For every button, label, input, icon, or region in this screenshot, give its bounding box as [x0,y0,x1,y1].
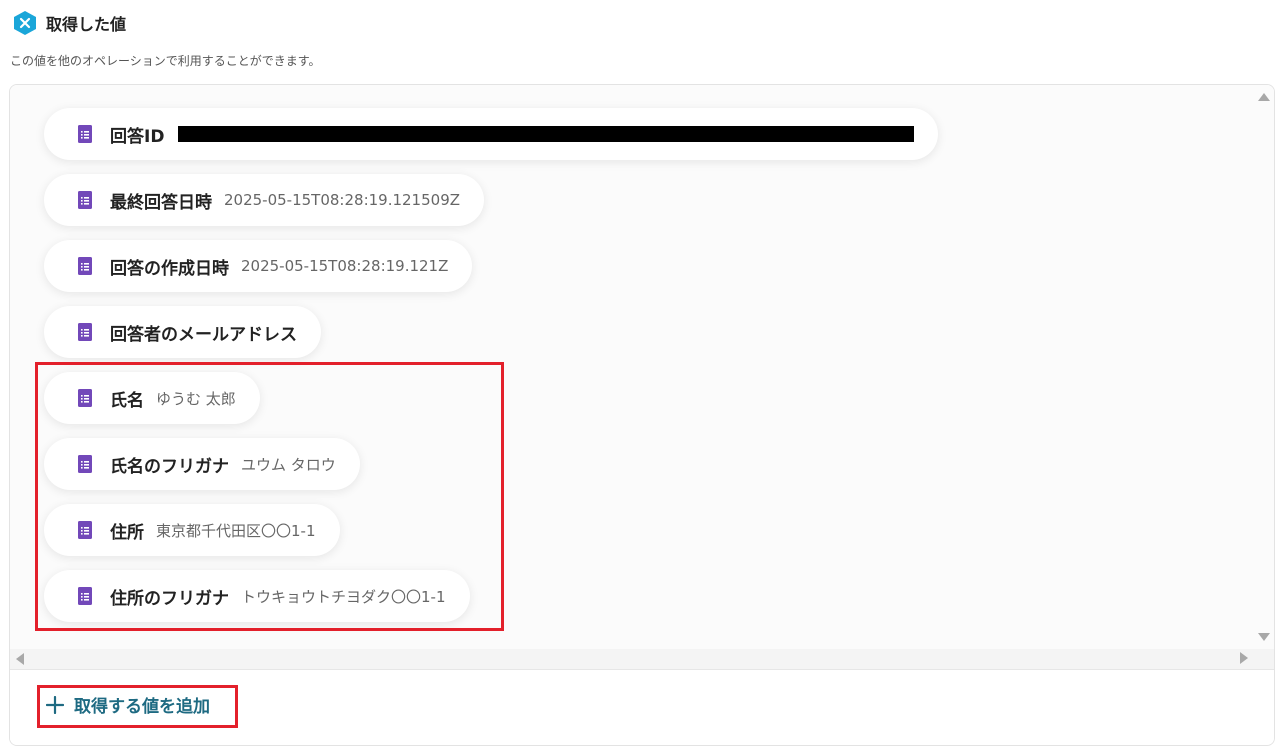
value-chip-label: 最終回答日時 [110,192,212,213]
scroll-left-arrow[interactable] [16,653,24,665]
value-chip-response-id[interactable]: 回答ID [44,108,939,160]
value-chip-label: 氏名のフリガナ [110,456,229,477]
value-chip-name[interactable]: 氏名 ゆうむ 太郎 [44,372,260,424]
scroll-right-arrow[interactable] [1240,652,1248,664]
google-forms-icon [78,455,92,473]
value-chip-value: 東京都千代田区〇〇1-1 [156,521,316,540]
value-chip-value: 2025-05-15T08:28:19.121Z [241,257,449,275]
value-chip-label: 氏名 [110,390,144,411]
google-forms-icon [78,323,92,341]
scroll-up-arrow[interactable] [1258,93,1270,101]
google-forms-icon [78,191,92,209]
google-forms-icon [78,389,92,407]
value-chip-create-time[interactable]: 回答の作成日時 2025-05-15T08:28:19.121Z [44,240,473,292]
section-description: この値を他のオペレーションで利用することができます。 [10,54,321,68]
redacted-value [178,126,915,142]
google-forms-icon [78,125,92,143]
horizontal-scrollbar[interactable] [10,649,1274,669]
section-title: 取得した値 [46,15,127,34]
value-chip-label: 住所のフリガナ [110,588,229,609]
scroll-down-arrow[interactable] [1258,633,1270,641]
google-forms-icon [78,521,92,539]
value-chip-last-submitted-time[interactable]: 最終回答日時 2025-05-15T08:28:19.121509Z [44,174,485,226]
value-chip-value: トウキョウトチヨダク〇〇1-1 [241,587,446,606]
retrieved-values-page: 取得した値 この値を他のオペレーションで利用することができます。 回答ID 最終… [0,0,1280,752]
value-chip-label: 住所 [110,522,144,543]
section-header: 取得した値 [12,10,126,36]
value-chip-respondent-email[interactable]: 回答者のメールアドレス [44,306,321,358]
google-forms-icon [78,257,92,275]
value-chip-label: 回答の作成日時 [110,258,229,279]
value-chip-address[interactable]: 住所 東京都千代田区〇〇1-1 [44,504,340,556]
value-chip-value: 2025-05-15T08:28:19.121509Z [224,191,461,209]
values-panel: 回答ID 最終回答日時 2025-05-15T08:28:19.121509Z [9,84,1275,746]
value-chip-value: ユウム タロウ [241,455,336,474]
add-value-button[interactable]: 取得する値を追加 [46,692,210,717]
plus-icon [46,695,64,714]
app-badge-icon [14,11,36,35]
google-forms-icon [78,587,92,605]
value-chip-value: ゆうむ 太郎 [156,389,236,408]
value-chip-label: 回答ID [110,126,165,147]
value-chip-name-furigana[interactable]: 氏名のフリガナ ユウム タロウ [44,438,360,490]
value-chip-address-furigana[interactable]: 住所のフリガナ トウキョウトチヨダク〇〇1-1 [44,570,470,622]
value-chip-label: 回答者のメールアドレス [110,324,297,345]
values-scroll-area[interactable]: 回答ID 最終回答日時 2025-05-15T08:28:19.121509Z [10,85,1274,669]
panel-footer: 取得する値を追加 [10,669,1274,745]
add-value-label: 取得する値を追加 [74,697,210,717]
